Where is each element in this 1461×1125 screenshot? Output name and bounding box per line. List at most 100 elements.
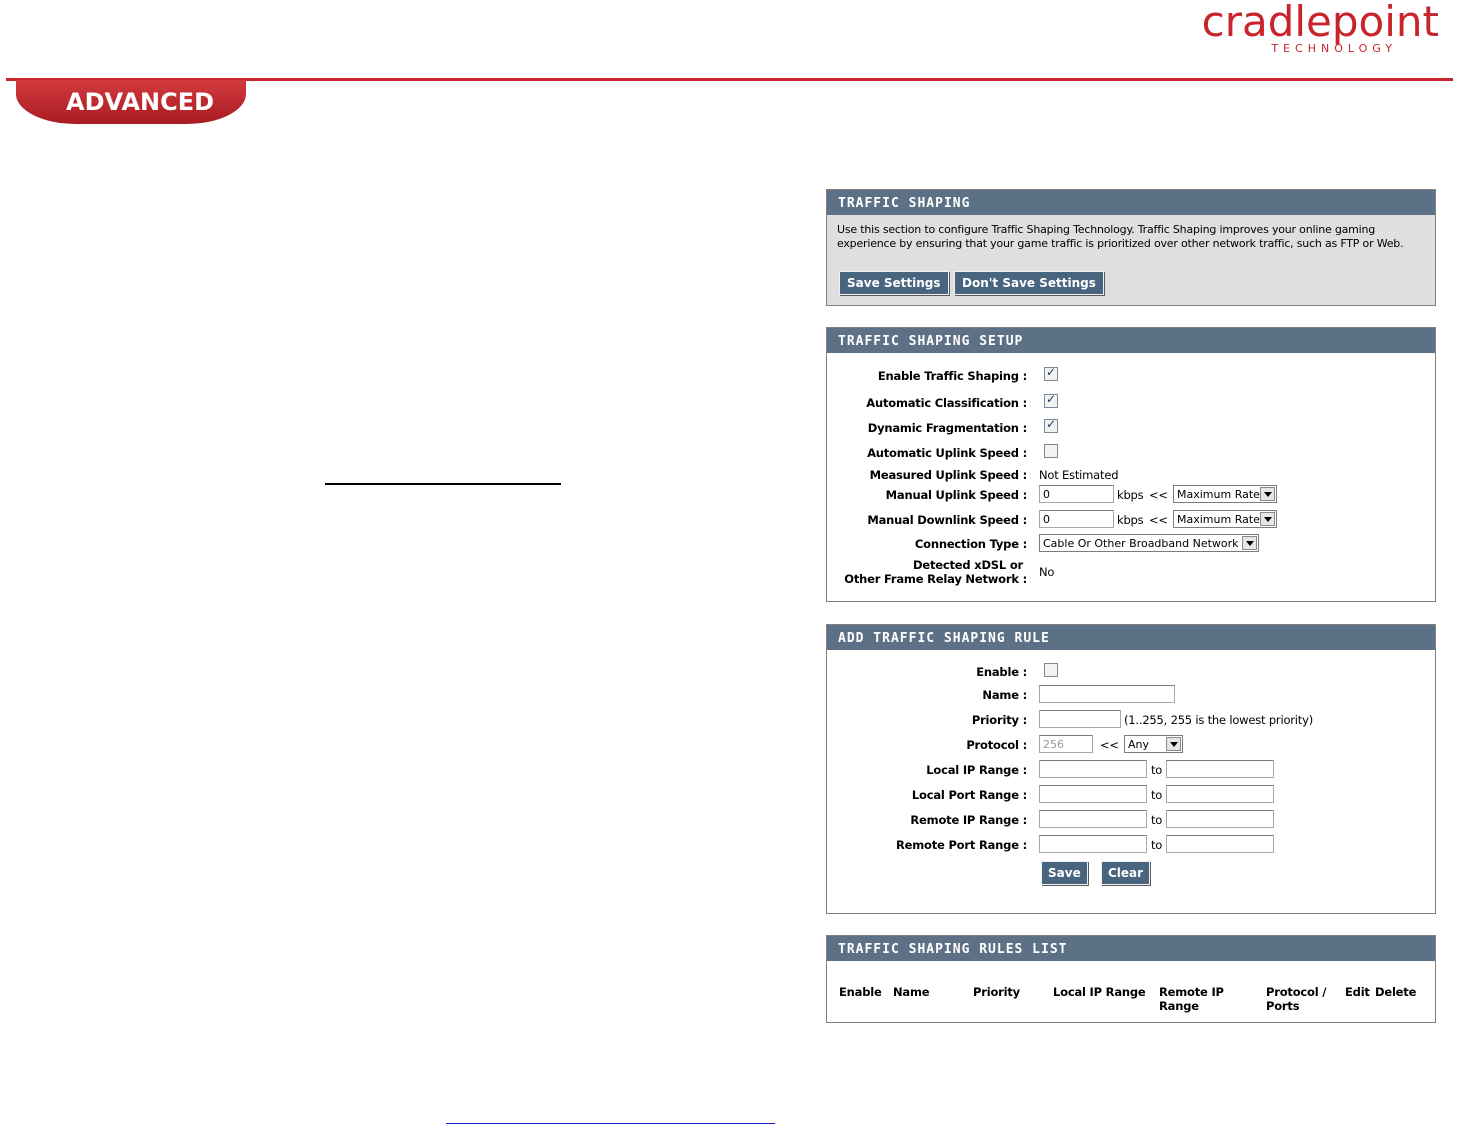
rule-priority-input[interactable] xyxy=(1039,710,1121,728)
column-header-line-2: Range xyxy=(1159,999,1199,1013)
footer-link-underline xyxy=(446,1123,775,1124)
field-label: Remote Port Range : xyxy=(896,838,1027,852)
field-label: Local Port Range : xyxy=(911,788,1027,802)
connection-type-select[interactable]: Cable Or Other Broadband Network xyxy=(1039,534,1259,552)
rule-enable-checkbox[interactable] xyxy=(1044,663,1058,677)
field-label: Dynamic Fragmentation : xyxy=(867,421,1027,435)
range-to-label: to xyxy=(1151,788,1163,802)
panel-title: ADD TRAFFIC SHAPING RULE xyxy=(827,625,1435,650)
manual-uplink-speed-input[interactable]: 0 xyxy=(1039,485,1114,503)
automatic-classification-checkbox[interactable] xyxy=(1044,392,1058,408)
select-value: Any xyxy=(1128,738,1150,751)
local-ip-range-row: Local IP Range : to xyxy=(827,760,1435,780)
field-label: Remote IP Range : xyxy=(910,813,1027,827)
rule-enable-row: Enable : xyxy=(827,662,1435,682)
field-label-line-1: Detected xDSL or xyxy=(913,558,1023,572)
column-header-protocol-ports: Protocol / Ports xyxy=(1266,985,1326,1013)
detected-xdsl-value: No xyxy=(1039,565,1055,579)
rule-clear-button[interactable]: Clear xyxy=(1101,861,1151,885)
column-header-enable: Enable xyxy=(839,985,882,999)
local-ip-end-input[interactable] xyxy=(1166,760,1274,778)
column-header-priority: Priority xyxy=(973,985,1020,999)
field-label-line-2: Other Frame Relay Network : xyxy=(844,572,1027,586)
remote-port-range-row: Remote Port Range : to xyxy=(827,835,1435,855)
remote-port-end-input[interactable] xyxy=(1166,835,1274,853)
column-header-line-1: Protocol / xyxy=(1266,985,1327,999)
automatic-uplink-speed-checkbox[interactable] xyxy=(1044,444,1058,458)
enable-traffic-shaping-row: Enable Traffic Shaping : xyxy=(827,365,1435,386)
remote-ip-range-row: Remote IP Range : to xyxy=(827,810,1435,830)
local-port-end-input[interactable] xyxy=(1166,785,1274,803)
add-traffic-shaping-rule-panel: ADD TRAFFIC SHAPING RULE Enable : Name :… xyxy=(826,624,1436,914)
protocol-select[interactable]: Any xyxy=(1124,735,1183,753)
column-header-line-2: Ports xyxy=(1266,999,1300,1013)
advanced-section-tab: ADVANCED xyxy=(16,80,246,124)
remote-port-start-input[interactable] xyxy=(1039,835,1147,853)
priority-hint: (1..255, 255 is the lowest priority) xyxy=(1124,713,1314,727)
range-to-label: to xyxy=(1151,813,1163,827)
local-ip-start-input[interactable] xyxy=(1039,760,1147,778)
chevron-down-icon xyxy=(1260,487,1275,501)
select-value: Cable Or Other Broadband Network xyxy=(1043,537,1239,550)
save-settings-button[interactable]: Save Settings xyxy=(839,271,949,295)
local-port-start-input[interactable] xyxy=(1039,785,1147,803)
select-value: Maximum Rate xyxy=(1177,513,1260,526)
chevron-down-icon xyxy=(1166,737,1181,751)
field-label: Protocol : xyxy=(966,738,1027,752)
panel-title: TRAFFIC SHAPING xyxy=(827,190,1435,215)
manual-downlink-rate-select[interactable]: Maximum Rate xyxy=(1173,510,1277,528)
field-label: Automatic Uplink Speed : xyxy=(867,446,1027,460)
automatic-uplink-speed-row: Automatic Uplink Speed : xyxy=(827,443,1435,463)
dynamic-fragmentation-row: Dynamic Fragmentation : xyxy=(827,417,1435,438)
rule-name-row: Name : xyxy=(827,685,1435,705)
column-header-line-1: Remote IP xyxy=(1159,985,1224,999)
manual-uplink-rate-select[interactable]: Maximum Rate xyxy=(1173,485,1277,503)
copy-arrow: << xyxy=(1149,513,1168,527)
rule-protocol-row: Protocol : 256 << Any xyxy=(827,735,1435,755)
remote-ip-start-input[interactable] xyxy=(1039,810,1147,828)
traffic-shaping-description: Use this section to configure Traffic Sh… xyxy=(837,223,1404,250)
select-value: Maximum Rate xyxy=(1177,488,1260,501)
cradlepoint-logo: cradlepoint TECHNOLOGY xyxy=(1199,0,1439,58)
remote-ip-end-input[interactable] xyxy=(1166,810,1274,828)
measured-uplink-value: Not Estimated xyxy=(1039,468,1119,482)
field-label: Manual Uplink Speed : xyxy=(885,488,1028,502)
traffic-shaping-panel: TRAFFIC SHAPING Use this section to conf… xyxy=(826,189,1436,306)
panel-title: TRAFFIC SHAPING SETUP xyxy=(827,328,1435,353)
field-label: Automatic Classification : xyxy=(866,396,1027,410)
field-label: Local IP Range : xyxy=(926,763,1027,777)
field-label: Measured Uplink Speed : xyxy=(869,468,1028,482)
chevron-down-icon xyxy=(1242,536,1257,550)
manual-downlink-speed-input[interactable]: 0 xyxy=(1039,510,1114,528)
chevron-down-icon xyxy=(1260,512,1275,526)
range-to-label: to xyxy=(1151,763,1163,777)
manual-uplink-speed-row: Manual Uplink Speed : 0 kbps << Maximum … xyxy=(827,485,1435,505)
manual-downlink-speed-row: Manual Downlink Speed : 0 kbps << Maximu… xyxy=(827,510,1435,530)
decorative-underline xyxy=(325,483,561,485)
field-label: Detected xDSL or Other Frame Relay Netwo… xyxy=(844,558,1027,586)
panel-title: TRAFFIC SHAPING RULES LIST xyxy=(827,936,1435,961)
column-header-remote-ip-range: Remote IP Range xyxy=(1159,985,1224,1013)
connection-type-row: Connection Type : Cable Or Other Broadba… xyxy=(827,534,1435,554)
traffic-shaping-rules-list-panel: TRAFFIC SHAPING RULES LIST Enable Name P… xyxy=(826,935,1436,1023)
protocol-number-input[interactable]: 256 xyxy=(1039,735,1093,753)
column-header-name: Name xyxy=(893,985,930,999)
dynamic-fragmentation-checkbox[interactable] xyxy=(1044,417,1058,433)
field-label: Enable Traffic Shaping : xyxy=(877,369,1027,383)
column-header-edit: Edit xyxy=(1345,985,1370,999)
detected-xdsl-row: Detected xDSL or Other Frame Relay Netwo… xyxy=(827,558,1435,590)
enable-traffic-shaping-checkbox[interactable] xyxy=(1044,365,1058,381)
field-label: Connection Type : xyxy=(914,537,1027,551)
measured-uplink-speed-row: Measured Uplink Speed : Not Estimated xyxy=(827,465,1435,485)
kbps-unit: kbps xyxy=(1117,488,1144,502)
field-label: Name : xyxy=(982,688,1027,702)
range-to-label: to xyxy=(1151,838,1163,852)
kbps-unit: kbps xyxy=(1117,513,1144,527)
rule-save-button[interactable]: Save xyxy=(1041,861,1088,885)
copy-arrow: << xyxy=(1149,488,1168,502)
dont-save-settings-button[interactable]: Don't Save Settings xyxy=(954,271,1104,295)
rule-name-input[interactable] xyxy=(1039,685,1175,703)
copy-arrow: << xyxy=(1100,738,1119,752)
field-label: Enable : xyxy=(976,665,1027,679)
automatic-classification-row: Automatic Classification : xyxy=(827,392,1435,413)
